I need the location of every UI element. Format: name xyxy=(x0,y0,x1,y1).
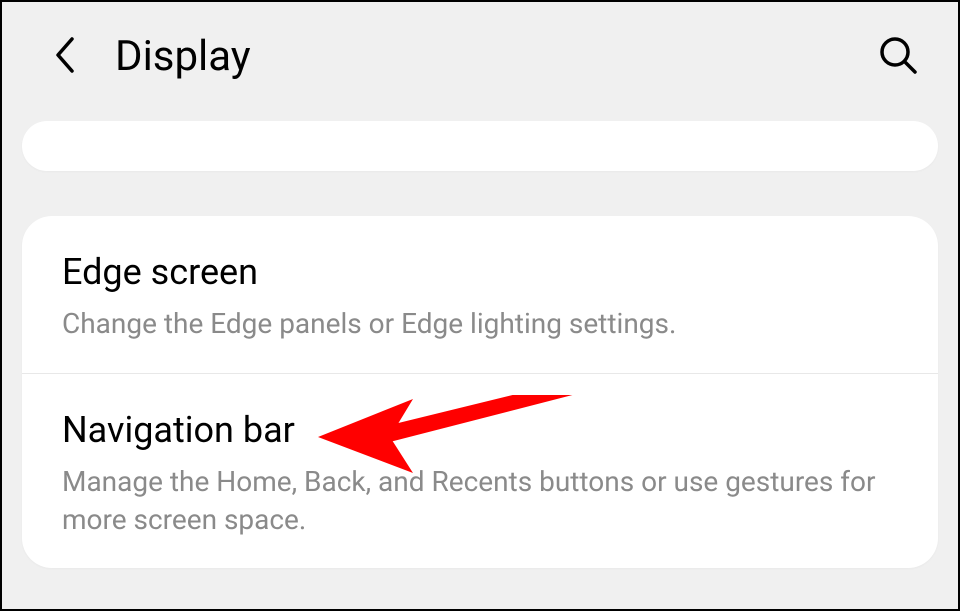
card-placeholder xyxy=(22,121,938,171)
list-item-navigation-bar[interactable]: Navigation bar Manage the Home, Back, an… xyxy=(22,374,938,569)
chevron-left-icon xyxy=(52,35,80,79)
search-button[interactable] xyxy=(878,35,918,79)
search-icon xyxy=(878,35,918,79)
list-item-edge-screen[interactable]: Edge screen Change the Edge panels or Ed… xyxy=(22,216,938,374)
page-title: Display xyxy=(115,32,251,81)
item-title: Navigation bar xyxy=(62,409,898,451)
item-title: Edge screen xyxy=(62,251,898,293)
item-description: Change the Edge panels or Edge lighting … xyxy=(62,305,898,343)
settings-card: Edge screen Change the Edge panels or Ed… xyxy=(22,216,938,568)
item-description: Manage the Home, Back, and Recents butto… xyxy=(62,463,898,539)
back-button[interactable] xyxy=(52,35,80,79)
